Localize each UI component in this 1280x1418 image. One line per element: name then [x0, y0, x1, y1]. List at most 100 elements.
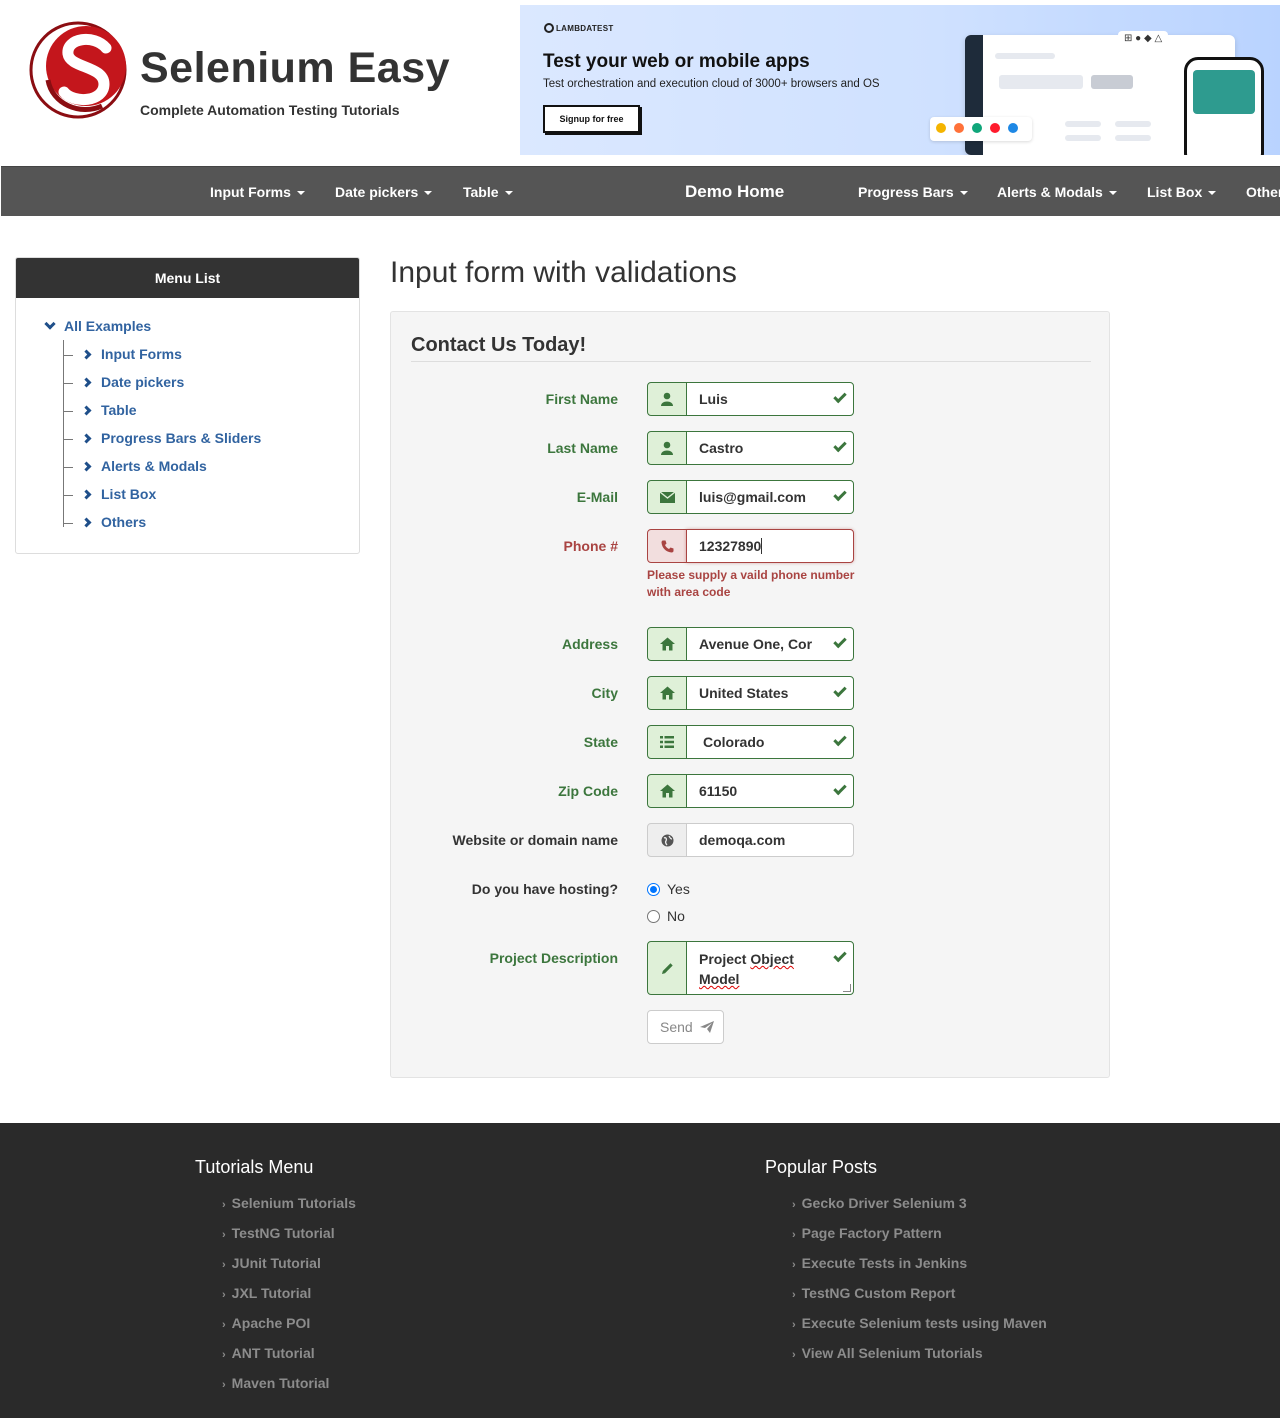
last-name-group: Castro: [647, 431, 854, 465]
city-row: City United States: [391, 676, 1111, 710]
tutorials-menu-heading: Tutorials Menu: [195, 1157, 314, 1177]
footer-link-junit-tutorial[interactable]: › JUnit Tutorial: [222, 1255, 356, 1285]
website-input[interactable]: demoqa.com: [686, 823, 854, 857]
footer-post-gecko-driver[interactable]: › Gecko Driver Selenium 3: [792, 1195, 1047, 1225]
hosting-yes-label: Yes: [667, 881, 690, 897]
home-icon: [647, 627, 687, 661]
address-group: Avenue One, Cor: [647, 627, 854, 661]
angle-right-icon: ›: [222, 1289, 226, 1301]
nav-input-forms[interactable]: Input Forms: [210, 167, 305, 217]
address-label: Address: [561, 636, 618, 652]
caret-down-icon: [504, 191, 513, 196]
first-name-input[interactable]: Luis: [686, 382, 854, 416]
state-label: State: [583, 734, 618, 750]
footer-link-selenium-tutorials[interactable]: › Selenium Tutorials: [222, 1195, 356, 1225]
tree-item-input-forms[interactable]: Input Forms: [63, 346, 182, 362]
home-icon: [647, 774, 687, 808]
site-header: Selenium Easy Complete Automation Testin…: [0, 0, 1280, 165]
signup-button[interactable]: Signup for free: [543, 105, 640, 133]
phone-icon: [647, 529, 687, 563]
caret-down-icon: [959, 191, 968, 196]
nav-progress-bars[interactable]: Progress Bars: [858, 167, 968, 217]
footer-post-jenkins[interactable]: › Execute Tests in Jenkins: [792, 1255, 1047, 1285]
tree-item-alerts-modals[interactable]: Alerts & Modals: [63, 458, 207, 474]
phone-input[interactable]: 12327890: [686, 529, 854, 563]
footer-link-jxl-tutorial[interactable]: › JXL Tutorial: [222, 1285, 356, 1315]
caret-down-icon: [296, 191, 305, 196]
angle-right-icon: ›: [792, 1259, 796, 1271]
angle-right-icon: ›: [222, 1199, 226, 1211]
tree-item-table[interactable]: Table: [63, 402, 137, 418]
footer-link-maven-tutorial[interactable]: › Maven Tutorial: [222, 1375, 356, 1405]
phone-row: Phone # 12327890 Please supply a vaild p…: [391, 529, 1111, 599]
city-input[interactable]: United States: [686, 676, 854, 710]
chevron-right-icon: [81, 517, 92, 528]
phone-group: 12327890: [647, 529, 854, 563]
hosting-label: Do you have hosting?: [471, 881, 618, 897]
lambdatest-logo-icon: [544, 23, 554, 33]
posts-list: › Gecko Driver Selenium 3 › Page Factory P…: [792, 1195, 1047, 1375]
hosting-yes-radio[interactable]: [647, 883, 660, 896]
tree-item-others[interactable]: Others: [63, 514, 146, 530]
email-input[interactable]: luis@gmail.com: [686, 480, 854, 514]
lambdatest-ad-banner[interactable]: LAMBDATEST Test your web or mobile apps …: [520, 5, 1280, 155]
popular-posts-heading: Popular Posts: [765, 1157, 878, 1177]
chevron-right-icon: [81, 377, 92, 388]
website-label: Website or domain name: [452, 832, 618, 848]
zip-label: Zip Code: [558, 783, 618, 799]
website-row: Website or domain name demoqa.com: [391, 823, 1111, 857]
state-group: Colorado: [647, 725, 854, 759]
phone-error-message: Please supply a vaild phone number with …: [647, 568, 855, 599]
footer-link-testng-tutorial[interactable]: › TestNG Tutorial: [222, 1225, 356, 1255]
nav-list-box[interactable]: List Box: [1147, 167, 1217, 217]
nav-demo-home[interactable]: Demo Home: [685, 167, 784, 217]
nav-others[interactable]: Others: [1246, 167, 1280, 217]
footer-link-apache-poi[interactable]: › Apache POI: [222, 1315, 356, 1345]
angle-right-icon: ›: [222, 1379, 226, 1391]
last-name-label: Last Name: [547, 440, 618, 456]
zip-input[interactable]: 61150: [686, 774, 854, 808]
resize-grip-icon[interactable]: [843, 984, 851, 992]
chevron-right-icon: [81, 461, 92, 472]
address-input[interactable]: Avenue One, Cor: [686, 627, 854, 661]
user-icon: [647, 382, 687, 416]
address-row: Address Avenue One, Cor: [391, 627, 1111, 661]
hosting-yes-option[interactable]: Yes: [647, 881, 690, 897]
description-textarea[interactable]: Project Object Model: [686, 941, 854, 995]
caret-down-icon: [1108, 191, 1117, 196]
tree-item-date-pickers[interactable]: Date pickers: [63, 374, 184, 390]
banner-phone-mockup: [1184, 57, 1264, 155]
nav-date-pickers[interactable]: Date pickers: [335, 167, 433, 217]
tree-item-progress-bars[interactable]: Progress Bars & Sliders: [63, 430, 261, 446]
city-group: United States: [647, 676, 854, 710]
email-group: luis@gmail.com: [647, 480, 854, 514]
form-legend: Contact Us Today!: [411, 334, 587, 356]
user-icon: [647, 431, 687, 465]
chevron-right-icon: [81, 405, 92, 416]
first-name-row: First Name Luis: [391, 382, 1111, 416]
footer-link-ant-tutorial[interactable]: › ANT Tutorial: [222, 1345, 356, 1375]
site-title[interactable]: Selenium Easy: [140, 44, 450, 93]
tutorials-list: › Selenium Tutorials › TestNG Tutorial › JU…: [222, 1195, 356, 1405]
last-name-input[interactable]: Castro: [686, 431, 854, 465]
chevron-right-icon: [81, 349, 92, 360]
hosting-no-option[interactable]: No: [647, 908, 685, 924]
footer-post-maven[interactable]: › Execute Selenium tests using Maven: [792, 1315, 1047, 1345]
state-select[interactable]: Colorado: [686, 725, 854, 759]
send-button[interactable]: Send: [647, 1010, 724, 1044]
banner-text: Test orchestration and execution cloud o…: [543, 78, 880, 90]
zip-row: Zip Code 61150: [391, 774, 1111, 808]
footer-post-testng-report[interactable]: › TestNG Custom Report: [792, 1285, 1047, 1315]
caret-down-icon: [1208, 191, 1217, 196]
hosting-no-radio[interactable]: [647, 910, 660, 923]
nav-table[interactable]: Table: [463, 167, 513, 217]
selenium-easy-logo-icon[interactable]: [28, 20, 130, 120]
tree-root-all-examples[interactable]: All Examples: [44, 318, 151, 334]
pencil-icon: [647, 941, 687, 995]
nav-alerts-modals[interactable]: Alerts & Modals: [997, 167, 1117, 217]
angle-right-icon: ›: [792, 1289, 796, 1301]
tree-item-list-box[interactable]: List Box: [63, 486, 156, 502]
footer-post-view-all[interactable]: › View All Selenium Tutorials: [792, 1345, 1047, 1375]
footer-post-page-factory[interactable]: › Page Factory Pattern: [792, 1225, 1047, 1255]
main-navbar: Input Forms Date pickers Table Demo Home…: [1, 166, 1280, 216]
